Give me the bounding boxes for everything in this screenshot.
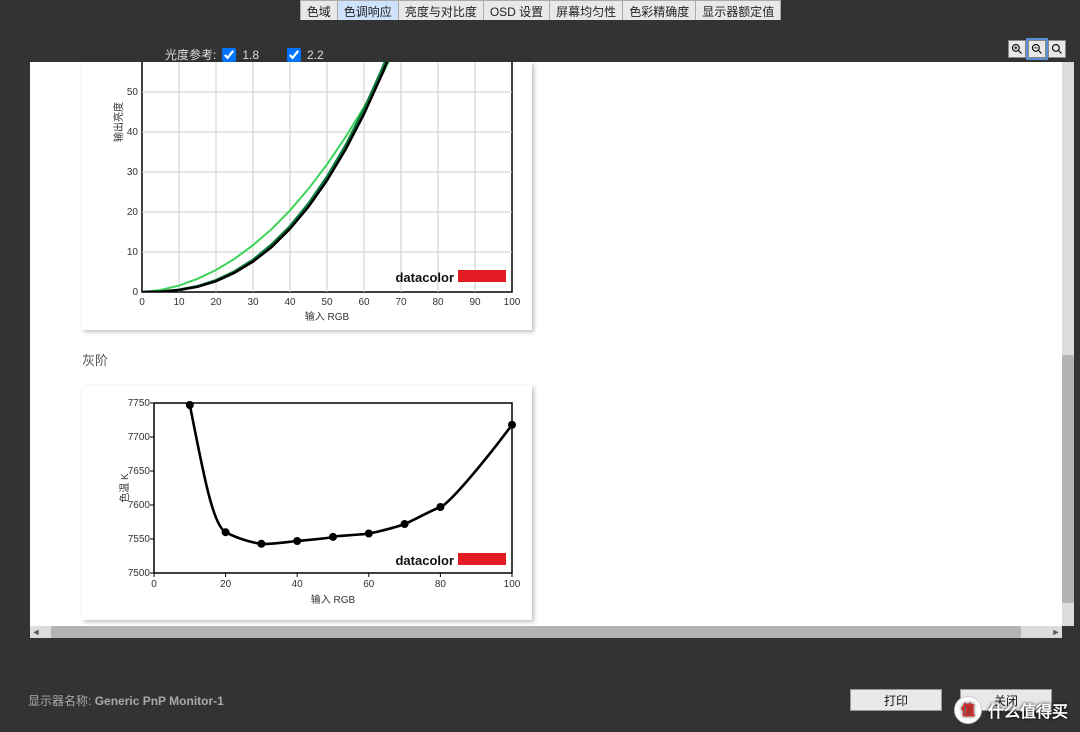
vertical-scrollbar[interactable] — [1062, 62, 1074, 626]
svg-text:70: 70 — [395, 297, 407, 308]
svg-text:80: 80 — [432, 297, 444, 308]
tab-gamut[interactable]: 色域 — [300, 0, 338, 20]
gamma-22-checkbox[interactable] — [287, 48, 301, 62]
svg-text:30: 30 — [127, 167, 139, 178]
tab-monitor-rating[interactable]: 显示器额定值 — [695, 0, 781, 20]
tab-tone-response[interactable]: 色调响应 — [337, 0, 399, 20]
datacolor-logo: datacolor — [395, 270, 454, 285]
print-button[interactable]: 打印 — [850, 689, 942, 711]
content-area: 0 10 20 30 40 50 0 10 20 30 40 50 60 70 80 90 100 输… — [30, 62, 1062, 626]
tab-color-accuracy[interactable]: 色彩精确度 — [622, 0, 696, 20]
tab-brightness-contrast[interactable]: 亮度与对比度 — [398, 0, 484, 20]
svg-text:60: 60 — [358, 297, 370, 308]
svg-text:30: 30 — [247, 297, 259, 308]
svg-text:100: 100 — [504, 297, 521, 308]
gray-section-label: 灰阶 — [82, 350, 108, 369]
svg-text:40: 40 — [284, 297, 296, 308]
zoom-controls — [1008, 40, 1066, 58]
chart1-xlabel: 输入 RGB — [305, 310, 350, 323]
gamma-22-label: 2.2 — [307, 48, 324, 62]
tab-osd[interactable]: OSD 设置 — [483, 0, 550, 20]
svg-text:40: 40 — [127, 127, 139, 138]
monitor-name-label: 显示器名称: Generic PnP Monitor-1 — [28, 692, 224, 709]
svg-text:20: 20 — [210, 297, 222, 308]
svg-text:100: 100 — [504, 579, 521, 590]
svg-text:7650: 7650 — [128, 466, 151, 477]
svg-text:80: 80 — [435, 579, 447, 590]
svg-text:0: 0 — [139, 297, 145, 308]
zoom-reset-icon[interactable] — [1048, 40, 1066, 58]
chart2-xlabel: 输入 RGB — [311, 593, 356, 606]
tab-uniformity[interactable]: 屏幕均匀性 — [549, 0, 623, 20]
watermark-badge-icon: 值 — [954, 696, 982, 724]
datacolor-logo-2: datacolor — [395, 553, 454, 568]
svg-text:7750: 7750 — [128, 398, 151, 409]
svg-text:7550: 7550 — [128, 534, 151, 545]
gamma-18-label: 1.8 — [242, 48, 259, 62]
svg-text:7700: 7700 — [128, 432, 151, 443]
tone-response-chart: 0 10 20 30 40 50 0 10 20 30 40 50 60 70 80 90 100 输… — [82, 62, 532, 330]
watermark: 值 什么值得买 — [954, 696, 1068, 724]
zoom-out-icon[interactable] — [1028, 40, 1046, 58]
gamma-reference-row: 光度参考: 1.8 2.2 — [165, 46, 324, 63]
svg-text:90: 90 — [469, 297, 481, 308]
svg-text:40: 40 — [292, 579, 304, 590]
svg-text:10: 10 — [173, 297, 185, 308]
svg-text:0: 0 — [151, 579, 157, 590]
chart1-ylabel: 输出亮度 — [112, 102, 125, 142]
gamma-reference-label: 光度参考: — [165, 46, 216, 63]
horizontal-scrollbar[interactable]: ◄ ► — [30, 626, 1062, 638]
svg-text:7500: 7500 — [128, 568, 151, 579]
svg-text:50: 50 — [127, 87, 139, 98]
svg-text:60: 60 — [363, 579, 375, 590]
footer: 显示器名称: Generic PnP Monitor-1 打印 关闭 — [0, 668, 1080, 732]
svg-text:20: 20 — [127, 207, 139, 218]
svg-text:50: 50 — [321, 297, 333, 308]
svg-text:20: 20 — [220, 579, 232, 590]
gray-ramp-chart: 750075507600 765077007750 02040 6080100 … — [82, 385, 532, 620]
svg-text:0: 0 — [132, 287, 138, 298]
svg-text:7600: 7600 — [128, 500, 151, 511]
chart2-ylabel: 色温 K — [118, 473, 131, 503]
tab-bar: 色域 色调响应 亮度与对比度 OSD 设置 屏幕均匀性 色彩精确度 显示器额定值 — [0, 0, 1080, 20]
zoom-in-icon[interactable] — [1008, 40, 1026, 58]
watermark-text: 什么值得买 — [988, 698, 1068, 722]
svg-text:10: 10 — [127, 247, 139, 258]
gamma-18-checkbox[interactable] — [222, 48, 236, 62]
